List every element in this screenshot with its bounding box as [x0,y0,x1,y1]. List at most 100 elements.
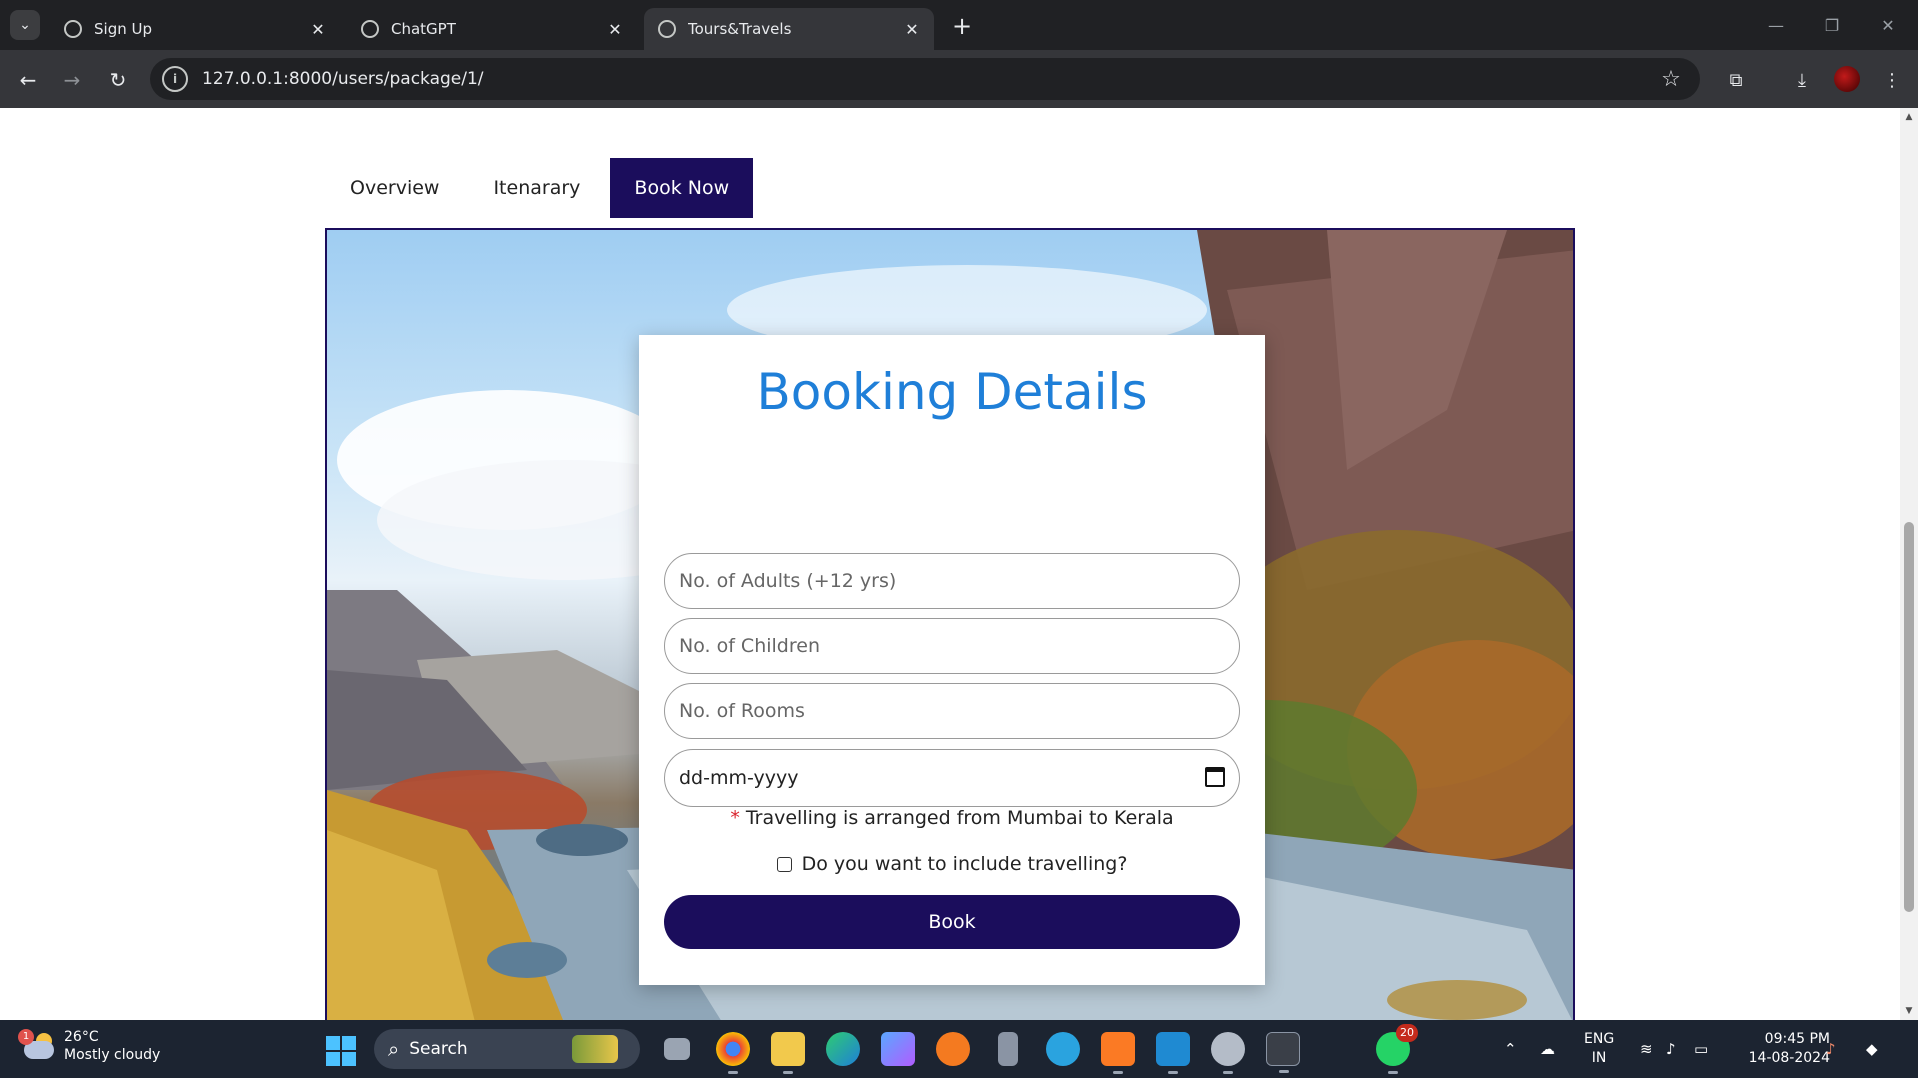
tab-title: ChatGPT [391,20,456,38]
required-asterisk: * [730,807,740,829]
date-field[interactable]: dd-mm-yyyy [664,749,1240,807]
restore-button[interactable]: ❐ [1818,12,1846,38]
clock-date: 14-08-2024 [1748,1050,1830,1066]
tab-search-button[interactable]: ⌄ [10,10,40,40]
arrow-right-icon: → [63,68,81,92]
children-input[interactable] [665,619,1239,673]
search-icon: ⌕ [388,1037,400,1061]
include-travel-row: Do you want to include travelling? [639,853,1265,875]
close-icon[interactable]: ✕ [306,17,330,41]
vscode-icon[interactable] [1156,1032,1190,1074]
language-indicator[interactable]: ENG IN [1584,1030,1614,1068]
whatsapp-badge: 20 [1396,1024,1418,1042]
search-highlight-icon [572,1035,618,1063]
xampp-icon[interactable] [1101,1032,1135,1074]
battery-icon[interactable]: ▭ [1694,1020,1708,1078]
rooms-field[interactable] [664,683,1240,739]
weather-temp: 26°C [64,1029,99,1045]
plus-icon: + [951,12,973,40]
scroll-up-icon[interactable]: ▲ [1904,112,1914,122]
address-bar[interactable]: i 127.0.0.1:8000/users/package/1/ ☆ [150,58,1700,100]
bookmark-star-icon[interactable]: ☆ [1656,64,1686,94]
scrollbar-thumb[interactable] [1904,522,1914,912]
volume-icon[interactable]: ♪ [1666,1020,1676,1078]
taskbar-search-label: Search [409,1039,468,1059]
minimize-button[interactable]: — [1762,12,1790,38]
close-window-button[interactable]: ✕ [1874,12,1902,38]
whatsapp-icon[interactable]: 20 [1376,1024,1418,1074]
scroll-down-icon[interactable]: ▼ [1904,1006,1914,1016]
browser-tab-bar: ⌄ Sign Up ✕ ChatGPT ✕ Tours&Travels ✕ + … [0,0,1918,50]
chevron-down-icon: ⌄ [19,17,31,33]
booking-form-card: Booking Details dd-mm-yyyy *Travelling i… [639,335,1265,985]
lang-secondary: IN [1591,1050,1607,1066]
back-button[interactable]: ← [12,64,44,96]
page-viewport: Overview Itenarary Book Now Booking Deta… [0,108,1900,1020]
menu-kebab-icon[interactable]: ⋮ [1876,64,1908,96]
windows-start-icon[interactable] [326,1036,356,1066]
recorder-icon[interactable] [998,1032,1018,1066]
edge-icon[interactable] [826,1032,860,1066]
download-icon[interactable]: ⤓ [1786,64,1818,96]
travel-note-text: Travelling is arranged from Mumbai to Ke… [745,807,1174,829]
tab-overview[interactable]: Overview [326,158,463,218]
system-clock[interactable]: 09:45 PM 14-08-2024 [1740,1030,1830,1068]
weather-cloud-icon: 1 [18,1029,56,1061]
chatgpt-icon [361,20,379,38]
windows-taskbar: 1 26°C Mostly cloudy ⌕ Search 20 ⌃ ☁ ENG… [0,1020,1918,1078]
browser-tab-sign-up[interactable]: Sign Up ✕ [50,8,340,50]
date-input[interactable]: dd-mm-yyyy [679,750,799,806]
forward-button[interactable]: → [56,64,88,96]
browser-tab-tours-travels[interactable]: Tours&Travels ✕ [644,8,934,50]
reload-button[interactable]: ↻ [102,64,134,96]
browser-toolbar: ← → ↻ i 127.0.0.1:8000/users/package/1/ … [0,50,1918,108]
close-icon[interactable]: ✕ [603,17,627,41]
clock-time: 09:45 PM [1764,1031,1830,1047]
chrome-icon[interactable] [716,1032,750,1074]
close-icon[interactable]: ✕ [900,17,924,41]
wifi-icon[interactable]: ≋ [1640,1020,1653,1078]
copilot-tray-icon[interactable]: ◆ [1866,1020,1878,1078]
telegram-icon[interactable] [1046,1032,1080,1066]
settings-gear-icon[interactable] [1211,1032,1245,1074]
profile-avatar[interactable] [1834,66,1860,92]
file-explorer-icon[interactable] [771,1032,805,1074]
rooms-input[interactable] [665,684,1239,738]
copilot-icon[interactable] [881,1032,915,1066]
package-tabs: Overview Itenarary Book Now [326,158,759,218]
arrow-left-icon: ← [19,68,37,92]
tab-book-now[interactable]: Book Now [610,158,754,218]
url-text[interactable]: 127.0.0.1:8000/users/package/1/ [202,69,1656,89]
tab-title: Sign Up [94,20,152,38]
include-travel-label[interactable]: Do you want to include travelling? [802,853,1128,875]
task-view-icon[interactable] [664,1038,690,1060]
hero-landscape: Booking Details dd-mm-yyyy *Travelling i… [325,228,1575,1020]
adults-field[interactable] [664,553,1240,609]
tab-itenarary[interactable]: Itenarary [469,158,604,218]
browser-tab-chatgpt[interactable]: ChatGPT ✕ [347,8,637,50]
onedrive-icon[interactable]: ☁ [1540,1020,1555,1078]
extensions-icon[interactable]: ⧉ [1720,64,1752,96]
site-info-icon[interactable]: i [162,66,188,92]
show-hidden-icons-chevron-icon[interactable]: ⌃ [1504,1020,1517,1078]
globe-icon [658,20,676,38]
book-button[interactable]: Book [664,895,1240,949]
new-tab-button[interactable]: + [948,12,976,40]
reload-icon: ↻ [109,68,127,92]
brave-icon[interactable] [936,1032,970,1066]
children-field[interactable] [664,618,1240,674]
booking-title: Booking Details [756,363,1148,421]
lang-primary: ENG [1584,1031,1615,1047]
calendar-icon[interactable] [1205,767,1225,787]
adults-input[interactable] [665,554,1239,608]
notification-bell-icon[interactable]: ♪ [1826,1020,1836,1078]
terminal-icon[interactable] [1266,1032,1300,1073]
weather-condition: Mostly cloudy [64,1047,161,1063]
weather-widget[interactable]: 1 26°C Mostly cloudy [18,1028,161,1064]
weather-badge: 1 [18,1029,34,1045]
travel-note: * Travelling is arranged from Mumbai to K… [639,807,1265,829]
page-scrollbar[interactable]: ▲ ▼ [1900,108,1918,1020]
taskbar-search[interactable]: ⌕ Search [374,1029,640,1069]
include-travel-checkbox[interactable] [776,856,792,872]
tab-title: Tours&Travels [688,20,792,38]
